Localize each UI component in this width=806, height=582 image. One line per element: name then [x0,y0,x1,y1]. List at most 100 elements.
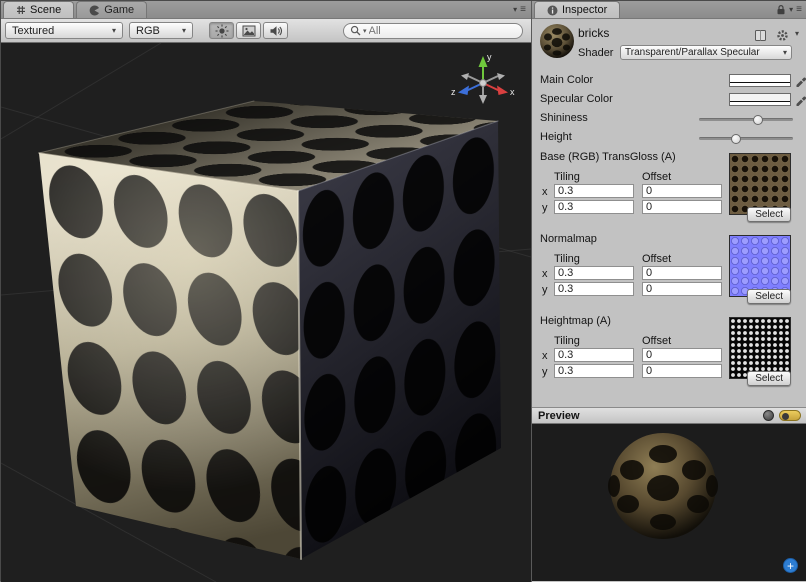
normalmap-thumbnail[interactable] [729,235,791,297]
offset-header: Offset [642,171,671,183]
image-icon [242,25,256,37]
base-tiling-x-input[interactable] [554,184,634,198]
caret-down-icon: ▾ [513,5,517,14]
unity-editor-window: Scene Game ▾≡ Textured ▾ RGB ▾ [0,0,806,581]
base-offset-x-input[interactable] [642,184,722,198]
shininess-slider-knob[interactable] [753,115,763,125]
lighting-toggle-button[interactable] [209,22,234,39]
scene-toolbar: Textured ▾ RGB ▾ [1,19,531,43]
inspector-panel-menu-button[interactable]: ▾≡ [776,4,802,15]
orientation-gizmo[interactable]: y x z [447,51,519,111]
info-icon [547,5,558,16]
x-axis-label: x [542,186,551,198]
tab-game[interactable]: Game [76,1,147,18]
heightmap-offset-y-input[interactable] [642,364,722,378]
specular-color-row: Specular Color [532,92,806,108]
tiling-header: Tiling [554,335,580,347]
height-slider[interactable] [699,137,793,140]
tab-game-label: Game [104,4,134,16]
caret-down-icon: ▾ [363,27,367,35]
preview-material-sphere [532,424,806,581]
tiling-header: Tiling [554,171,580,183]
base-texture-section: Base (RGB) TransGloss (A) Tiling Offset … [532,151,806,231]
base-offset-y-input[interactable] [642,200,722,214]
y-axis-label: y [542,202,551,214]
scene-panel-menu-button[interactable]: ▾≡ [513,4,526,15]
shininess-row: Shininess [532,111,806,127]
preview-light-toggle[interactable] [779,410,801,421]
audio-toggle-button[interactable] [263,22,288,39]
heightmap-offset-x-input[interactable] [642,348,722,362]
hamburger-menu-icon: ≡ [520,4,526,15]
height-label: Height [540,131,572,143]
gizmo-x-axis[interactable] [497,86,508,96]
color-mode-dropdown[interactable]: RGB ▾ [129,22,193,39]
skybox-toggle-button[interactable] [236,22,261,39]
gear-icon[interactable] [776,29,789,42]
heightmap-tiling-x-input[interactable] [554,348,634,362]
heightmap-select-button[interactable]: Select [747,371,791,386]
color-mode-value: RGB [136,25,160,37]
normalmap-offset-y-input[interactable] [642,282,722,296]
heightmap-tiling-y-input[interactable] [554,364,634,378]
gizmo-z-axis[interactable] [458,86,469,96]
preview-plus-button[interactable]: + [783,558,798,573]
shader-dropdown[interactable]: Transparent/Parallax Specular ▾ [620,45,792,60]
lock-icon [776,4,786,15]
game-pacman-icon [89,5,100,16]
scene-search-input[interactable] [369,25,499,37]
scene-viewport[interactable]: y x z [1,43,531,582]
x-axis-label: x [542,268,551,280]
base-tiling-y-input[interactable] [554,200,634,214]
eyedropper-icon[interactable] [795,93,806,106]
shininess-label: Shininess [540,112,588,124]
shininess-slider[interactable] [699,118,793,121]
preview-title: Preview [538,410,580,422]
tab-inspector[interactable]: Inspector [534,1,620,18]
offset-header: Offset [642,335,671,347]
base-texture-title: Base (RGB) TransGloss (A) [540,151,676,163]
specular-color-label: Specular Color [540,93,613,105]
normalmap-title: Normalmap [540,233,597,245]
draw-mode-dropdown[interactable]: Textured ▾ [5,22,123,39]
main-color-row: Main Color [532,73,806,89]
base-texture-thumbnail[interactable] [729,153,791,215]
scene-tabbar: Scene Game ▾≡ [1,1,531,19]
base-select-button[interactable]: Select [747,207,791,222]
caret-down-icon: ▾ [182,26,186,35]
tab-inspector-label: Inspector [562,4,607,16]
caret-down-icon: ▾ [783,48,787,57]
scene-panel: Scene Game ▾≡ Textured ▾ RGB ▾ [1,1,532,582]
tab-scene[interactable]: Scene [3,1,74,18]
sun-icon [215,24,229,38]
scene-view-toggles [209,22,288,39]
normalmap-tiling-y-input[interactable] [554,282,634,296]
main-color-swatch[interactable] [729,74,791,87]
eyedropper-icon[interactable] [795,74,806,87]
y-axis-label: y [542,284,551,296]
preview-header[interactable]: Preview [532,407,806,424]
preview-sphere-button[interactable] [763,410,774,421]
caret-down-icon[interactable]: ▾ [795,29,799,38]
shader-label: Shader [578,47,613,59]
normalmap-tiling-x-input[interactable] [554,266,634,280]
height-slider-knob[interactable] [731,134,741,144]
draw-mode-value: Textured [12,25,54,37]
heightmap-title: Heightmap (A) [540,315,611,327]
preview-panel: Preview [532,407,806,582]
preview-area[interactable]: + [532,424,806,581]
specular-color-swatch[interactable] [729,93,791,106]
normalmap-select-button[interactable]: Select [747,289,791,304]
help-book-icon[interactable] [754,29,767,42]
search-icon [350,25,361,36]
speaker-icon [269,25,283,37]
gizmo-x-label: x [510,87,515,97]
material-sphere-icon [538,22,576,60]
y-axis-label: y [542,366,551,378]
scene-cube-render [1,43,531,582]
normalmap-offset-x-input[interactable] [642,266,722,280]
normalmap-section: Normalmap Tiling Offset x y [532,233,806,313]
gizmo-center[interactable] [480,80,487,87]
heightmap-thumbnail[interactable] [729,317,791,379]
scene-search-field[interactable]: ▾ [343,23,523,39]
